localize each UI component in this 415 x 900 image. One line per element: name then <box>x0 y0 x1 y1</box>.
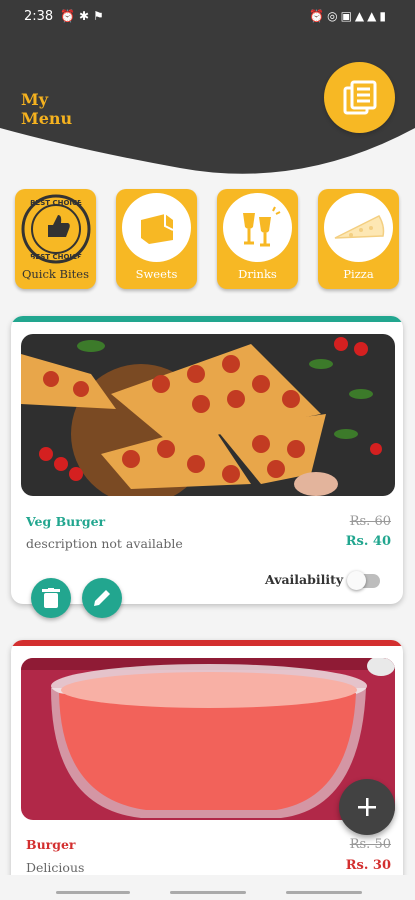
alarm-clock-icon: ⏰ <box>309 9 328 23</box>
category-label: Quick Bites <box>21 267 90 281</box>
alarm-icon: ⏰ <box>60 9 79 23</box>
item-description: Delicious <box>26 860 85 875</box>
category-label: Pizza <box>343 267 374 281</box>
page-title: My Menu <box>21 90 73 128</box>
nav-back[interactable] <box>286 891 362 894</box>
status-right-icons: ⏰◎▣▲▲▮ <box>309 9 389 23</box>
drink-bowl-image <box>21 658 395 820</box>
signal-icon: ▲ <box>367 9 380 23</box>
category-label: Sweets <box>135 267 178 281</box>
svg-text:BEST CHOICE: BEST CHOICE <box>30 199 82 207</box>
battery-icon: ▮ <box>379 9 389 23</box>
card-accent-stripe <box>11 640 403 646</box>
item-name: Veg Burger <box>26 514 106 529</box>
status-left-icons: ⏰✱⚑ <box>60 9 108 23</box>
volte-icon: ▣ <box>340 9 355 23</box>
menu-list-button[interactable] <box>324 62 395 133</box>
category-pizza[interactable]: Pizza <box>318 189 399 289</box>
category-sweets[interactable]: Sweets <box>116 189 197 289</box>
status-time: 2:38 <box>24 9 54 24</box>
item-description: description not available <box>26 536 183 551</box>
drinks-icon <box>223 193 292 262</box>
pencil-icon <box>94 590 110 606</box>
item-name: Burger <box>26 837 76 852</box>
card-accent-stripe <box>11 316 403 322</box>
plus-icon <box>358 798 376 816</box>
availability-label: Availability <box>265 572 344 587</box>
edit-button[interactable] <box>82 578 122 618</box>
toggle-knob <box>347 571 366 590</box>
menu-item-card[interactable]: Burger Delicious Rs. 50 Rs. 30 <box>11 640 403 890</box>
bug-icon: ✱ <box>78 9 94 23</box>
item-old-price: Rs. 60 <box>349 514 391 529</box>
nav-home[interactable] <box>170 891 246 894</box>
add-item-button[interactable] <box>339 779 395 835</box>
best-choice-badge-icon: BEST CHOICE BEST CHOICE <box>18 191 93 266</box>
menu-list-icon <box>343 80 376 114</box>
item-price: Rs. 30 <box>345 858 391 873</box>
menu-item-card[interactable]: Veg Burger description not available Rs.… <box>11 316 403 604</box>
lte-signal-icon: ▲ <box>354 9 368 23</box>
item-old-price: Rs. 50 <box>349 837 391 852</box>
pizza-icon <box>324 193 393 262</box>
trash-icon <box>42 588 60 608</box>
status-bar: 2:38 ⏰✱⚑ ⏰◎▣▲▲▮ <box>0 0 415 34</box>
pizza-image <box>21 334 395 496</box>
hotspot-icon: ◎ <box>327 9 341 23</box>
system-nav-bar <box>0 875 415 900</box>
nav-recents[interactable] <box>56 891 130 894</box>
item-price: Rs. 40 <box>345 534 391 549</box>
category-row: BEST CHOICE BEST CHOICE Quick Bites Swee… <box>15 189 400 291</box>
person-walk-icon: ⚑ <box>93 9 108 23</box>
availability-toggle[interactable] <box>347 571 380 590</box>
delete-button[interactable] <box>31 578 71 618</box>
sweets-icon <box>122 193 191 262</box>
app-header: 2:38 ⏰✱⚑ ⏰◎▣▲▲▮ My Menu <box>0 0 415 175</box>
category-label: Drinks <box>238 267 277 281</box>
svg-text:BEST CHOICE: BEST CHOICE <box>30 253 82 261</box>
category-quick-bites[interactable]: BEST CHOICE BEST CHOICE Quick Bites <box>15 189 96 289</box>
category-drinks[interactable]: Drinks <box>217 189 298 289</box>
